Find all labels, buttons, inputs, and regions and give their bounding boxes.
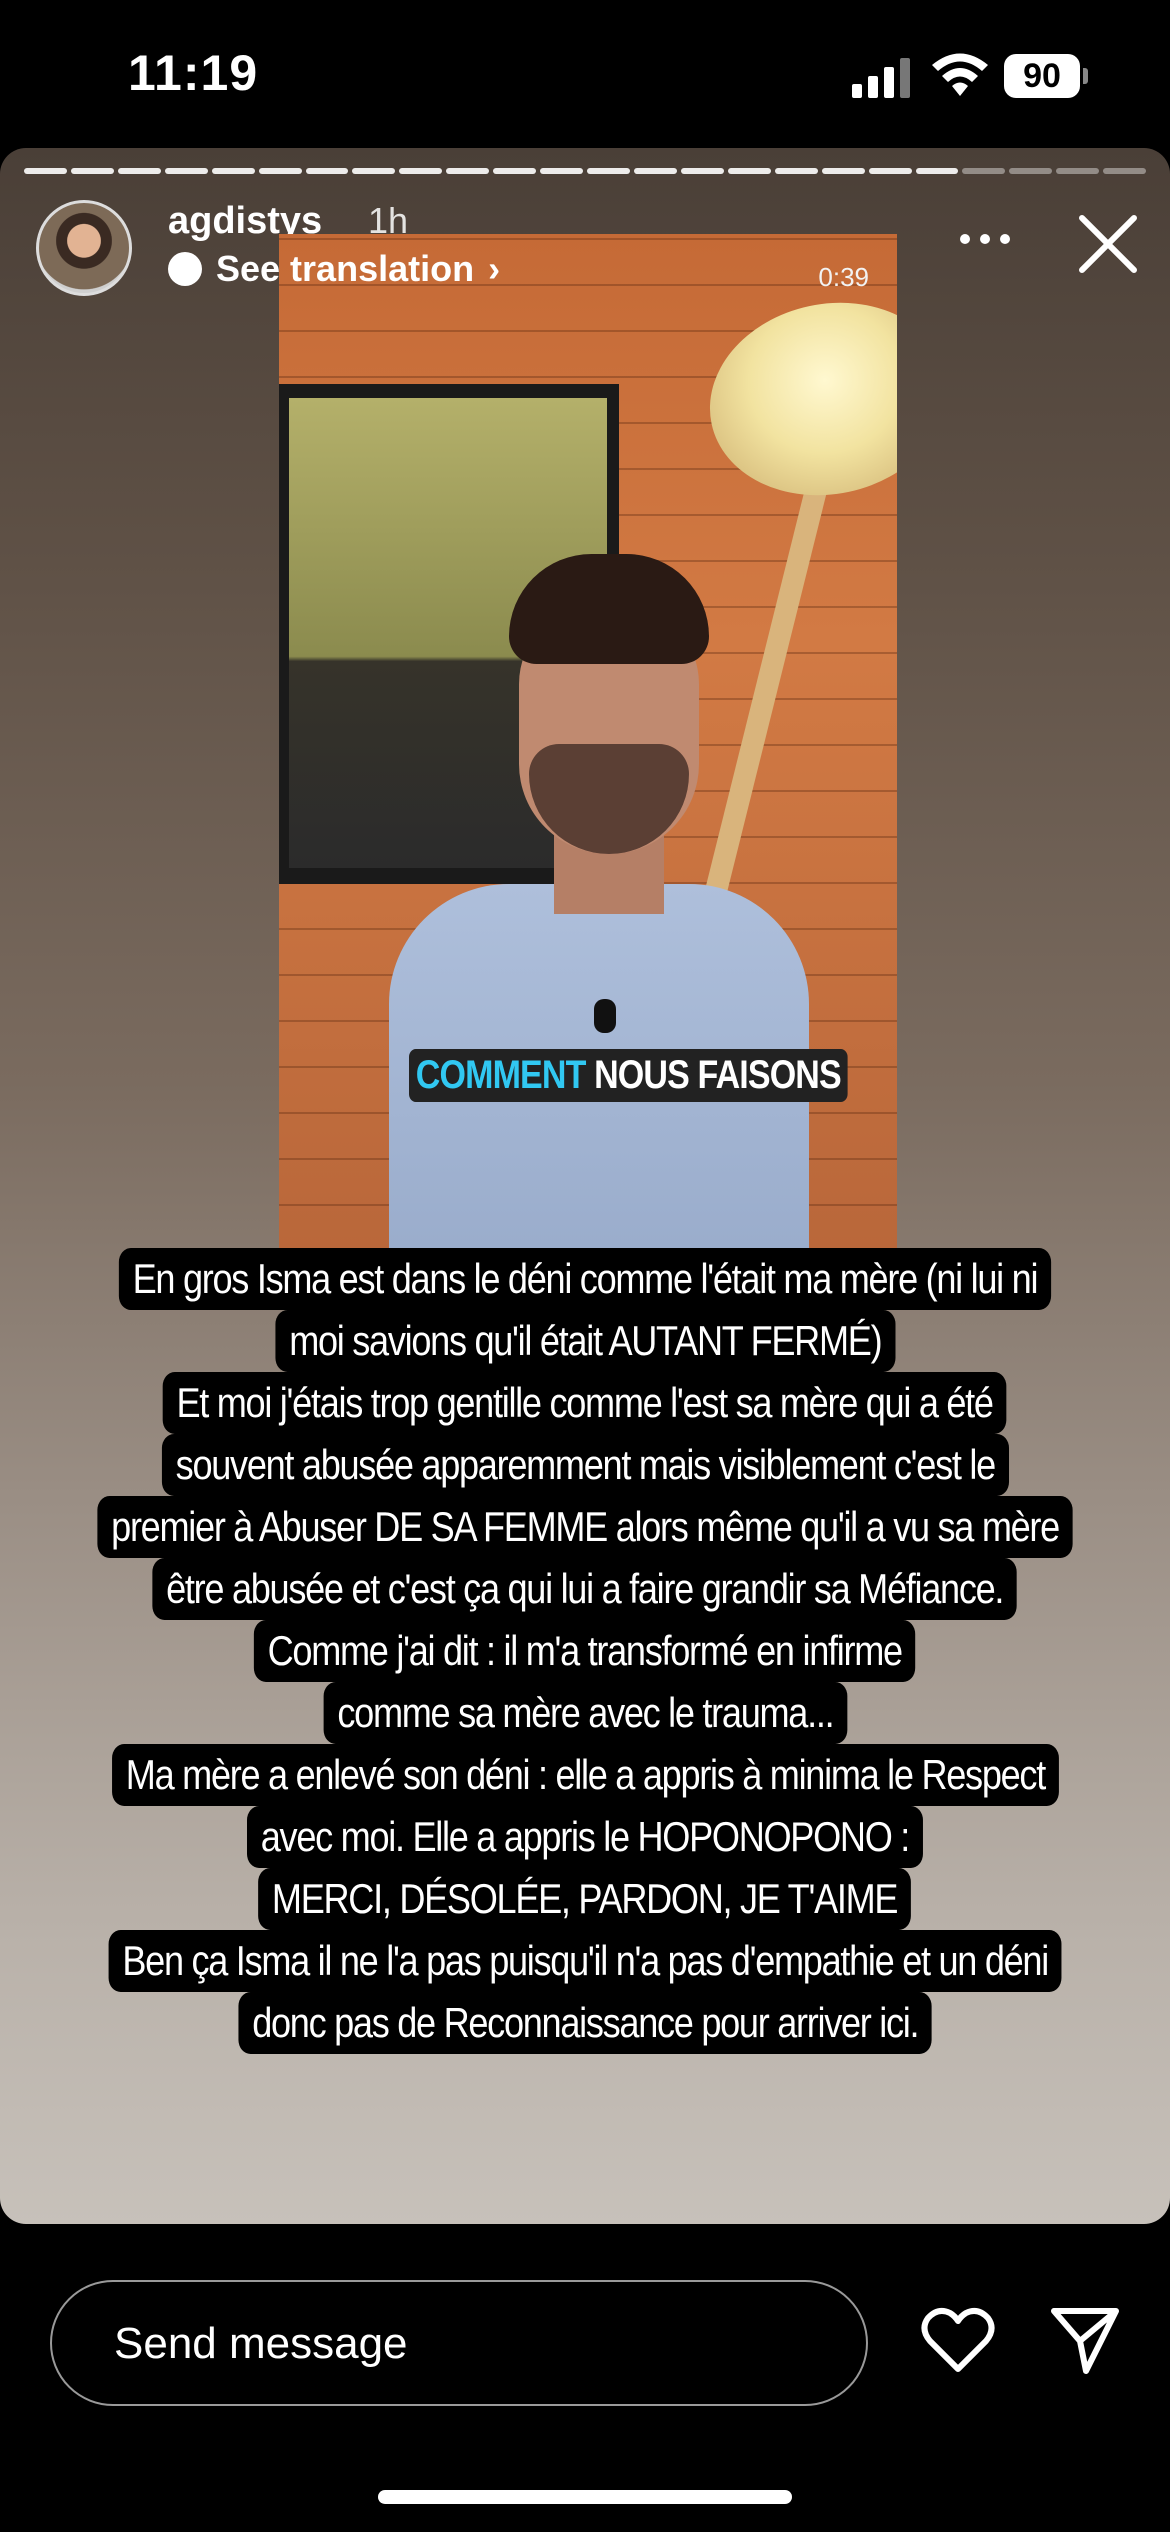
progress-segment [493,168,537,174]
overlay-line: comme sa mère avec le trauma... [0,1682,1170,1744]
video-caption-highlight: COMMENT [415,1053,587,1097]
status-bar: 11:19 90 [0,0,1170,150]
avatar[interactable] [36,200,132,296]
battery-indicator: 90 [1004,54,1088,98]
progress-segment [774,168,818,174]
wifi-icon [932,53,988,96]
overlay-line: Et moi j'étais trop gentille comme l'est… [0,1372,1170,1434]
send-message-field[interactable] [50,2280,868,2406]
progress-segment [962,168,1006,174]
overlay-line-text: moi savions qu'il était AUTANT FERMÉ) [275,1310,895,1372]
story-text-overlay: En gros Isma est dans le déni comme l'ét… [0,1248,1170,2054]
progress-segment [821,168,865,174]
progress-segment [258,168,302,174]
overlay-line: Ma mère a enlevé son déni : elle a appri… [0,1744,1170,1806]
progress-segment [399,168,443,174]
progress-segment [211,168,255,174]
overlay-line-text: Comme j'ai dit : il m'a transformé en in… [254,1620,916,1682]
battery-level: 90 [1004,54,1080,98]
video-lamp [691,281,897,517]
progress-segment [727,168,771,174]
progress-segment [70,168,114,174]
overlay-line-text: premier à Abuser DE SA FEMME alors même … [97,1496,1073,1558]
overlay-line: être abusée et c'est ça qui lui a faire … [0,1558,1170,1620]
video-caption-rest: NOUS FAISONS [594,1053,842,1097]
overlay-line: En gros Isma est dans le déni comme l'ét… [0,1248,1170,1310]
story-viewer[interactable]: agdistys 1h 0:39 COMMENT NOUS FAISONS Se… [0,148,1170,2224]
battery-cap [1083,68,1088,84]
progress-segment [915,168,959,174]
progress-segment [352,168,396,174]
video-caption: COMMENT NOUS FAISONS [409,1049,848,1102]
story-progress-bar [24,168,1147,174]
progress-segment [1103,168,1147,174]
overlay-line-text: Ben ça Isma il ne l'a pas puisqu'il n'a … [108,1930,1062,1992]
video-person [389,554,809,1252]
overlay-line-text: être abusée et c'est ça qui lui a faire … [152,1558,1018,1620]
overlay-line-text: En gros Isma est dans le déni comme l'ét… [118,1248,1052,1310]
overlay-line: moi savions qu'il était AUTANT FERMÉ) [0,1310,1170,1372]
overlay-line: Ben ça Isma il ne l'a pas puisqu'il n'a … [0,1930,1170,1992]
overlay-line-text: avec moi. Elle a appris le HOPONOPONO : [247,1806,923,1868]
overlay-line-text: donc pas de Reconnaissance pour arriver … [238,1992,932,2054]
see-translation-button[interactable]: See translation › [168,248,500,290]
progress-segment [446,168,490,174]
progress-segment [117,168,161,174]
progress-segment [1009,168,1053,174]
progress-segment [305,168,349,174]
overlay-line: souvent abusée apparemment mais visiblem… [0,1434,1170,1496]
signal-icon [852,58,910,98]
overlay-line-text: comme sa mère avec le trauma... [323,1682,847,1744]
video-duration: 0:39 [818,262,869,292]
overlay-line: avec moi. Elle a appris le HOPONOPONO : [0,1806,1170,1868]
overlay-line: donc pas de Reconnaissance pour arriver … [0,1992,1170,2054]
home-indicator[interactable] [378,2490,792,2504]
progress-segment [540,168,584,174]
overlay-line-text: MERCI, DÉSOLÉE, PARDON, JE T'AIME [258,1868,912,1930]
send-icon[interactable] [1050,2305,1120,2375]
progress-segment [164,168,208,174]
progress-segment [633,168,677,174]
progress-segment [1056,168,1100,174]
overlay-line: premier à Abuser DE SA FEMME alors même … [0,1496,1170,1558]
heart-icon[interactable] [920,2305,996,2375]
status-time: 11:19 [128,45,259,101]
see-translation-label: See translation [216,248,475,289]
progress-segment [868,168,912,174]
embedded-video[interactable]: 0:39 COMMENT NOUS FAISONS [279,234,897,1252]
overlay-line-text: souvent abusée apparemment mais visiblem… [161,1434,1009,1496]
progress-segment [680,168,724,174]
more-icon[interactable] [960,234,1020,254]
chevron-right-icon: › [488,248,501,289]
overlay-line: MERCI, DÉSOLÉE, PARDON, JE T'AIME [0,1868,1170,1930]
overlay-line: Comme j'ai dit : il m'a transformé en in… [0,1620,1170,1682]
overlay-line-text: Et moi j'étais trop gentille comme l'est… [163,1372,1007,1434]
progress-segment [587,168,630,174]
close-icon[interactable] [1076,212,1140,276]
send-message-input[interactable] [112,2282,816,2406]
translate-bubble-icon [168,252,202,286]
overlay-line-text: Ma mère a enlevé son déni : elle a appri… [111,1744,1059,1806]
progress-segment [24,168,67,174]
microphone-icon [594,999,616,1033]
